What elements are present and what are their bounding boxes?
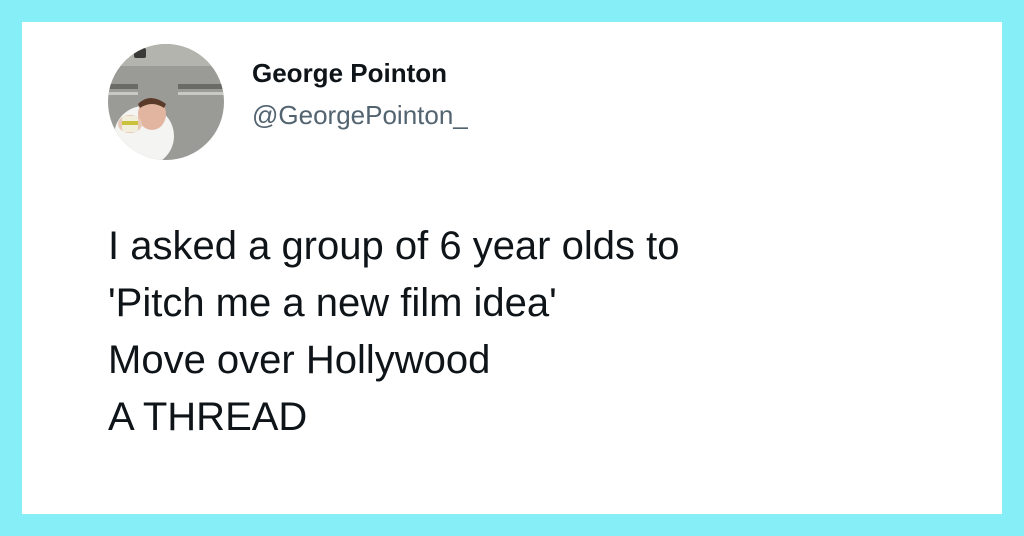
tweet-text: I asked a group of 6 year olds to 'Pitch… [108, 218, 679, 446]
author-handle[interactable]: @GeorgePointon_ [252, 100, 468, 131]
tweet-line: A THREAD [108, 395, 308, 439]
tweet-line: I asked a group of 6 year olds to [108, 224, 680, 268]
tweet-card: George Pointon @GeorgePointon_ I asked a… [22, 22, 1002, 514]
avatar[interactable] [108, 44, 224, 160]
tweet-line: 'Pitch me a new film idea' [108, 281, 557, 325]
author-name[interactable]: George Pointon [252, 58, 447, 89]
avatar-photo [108, 44, 224, 160]
tweet-line: Move over Hollywood [108, 338, 491, 382]
